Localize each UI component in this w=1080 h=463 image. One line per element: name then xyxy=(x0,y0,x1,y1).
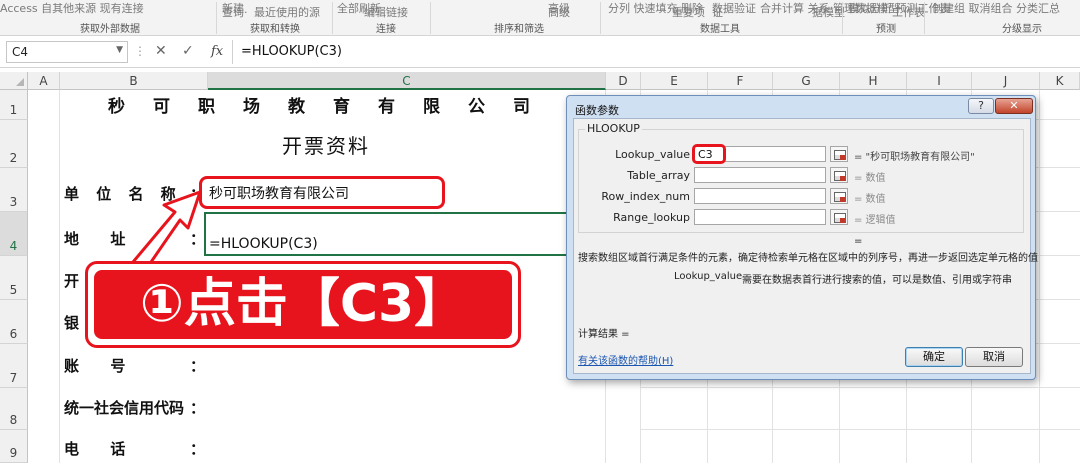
function-description: 搜索数组区域首行满足条件的元素，确定待检索单元格在区域中的列序号，再进一步返回选… xyxy=(578,253,1038,264)
dialog-title: 函数参数 xyxy=(575,104,619,117)
dialog-body: HLOOKUP Lookup_value C3 = "秒可职场教育有限公司" T… xyxy=(573,118,1038,374)
arg-label-row-index-num: Row_index_num xyxy=(601,190,690,203)
function-name: HLOOKUP xyxy=(585,122,642,135)
lookup-value-highlight-box xyxy=(692,144,726,164)
arg-input-range-lookup[interactable] xyxy=(694,209,826,225)
arg-input-row-index-num[interactable] xyxy=(694,188,826,204)
result-label: 计算结果 = xyxy=(578,329,630,340)
ok-button[interactable]: 确定 xyxy=(905,347,963,367)
arg-result-range-lookup: = 逻辑值 xyxy=(854,215,896,226)
arg-result-table-array: = 数值 xyxy=(854,173,886,184)
annotation-callout-fill: ①点击【C3】 xyxy=(94,270,512,339)
annotation-text: ①点击【C3】 xyxy=(139,274,467,334)
arg-label-range-lookup: Range_lookup xyxy=(613,211,690,224)
arg-help-name: Lookup_value xyxy=(674,271,743,282)
help-icon[interactable]: ? xyxy=(968,98,994,114)
collapse-dialog-icon[interactable] xyxy=(830,167,848,183)
collapse-dialog-icon[interactable] xyxy=(830,188,848,204)
overall-equals: = xyxy=(854,236,863,247)
arg-result-row-index-num: = 数值 xyxy=(854,194,886,205)
close-icon[interactable]: ✕ xyxy=(995,98,1033,114)
collapse-dialog-icon[interactable] xyxy=(830,146,848,162)
arg-help-text: 需要在数据表首行进行搜索的值，可以是数值、引用或字符串 xyxy=(742,275,1012,286)
cancel-button[interactable]: 取消 xyxy=(965,347,1023,367)
arg-label-table-array: Table_array xyxy=(627,169,690,182)
arg-result-lookup-value: = "秒可职场教育有限公司" xyxy=(854,152,975,163)
arg-label-lookup-value: Lookup_value xyxy=(615,148,690,161)
collapse-dialog-icon[interactable] xyxy=(830,209,848,225)
function-arguments-dialog: 函数参数 HLOOKUP Lookup_value C3 = "秒可职场教育有限… xyxy=(566,95,1038,380)
function-help-link[interactable]: 有关该函数的帮助(H) xyxy=(578,352,673,367)
arg-input-table-array[interactable] xyxy=(694,167,826,183)
annotation-callout: ①点击【C3】 xyxy=(85,261,521,348)
